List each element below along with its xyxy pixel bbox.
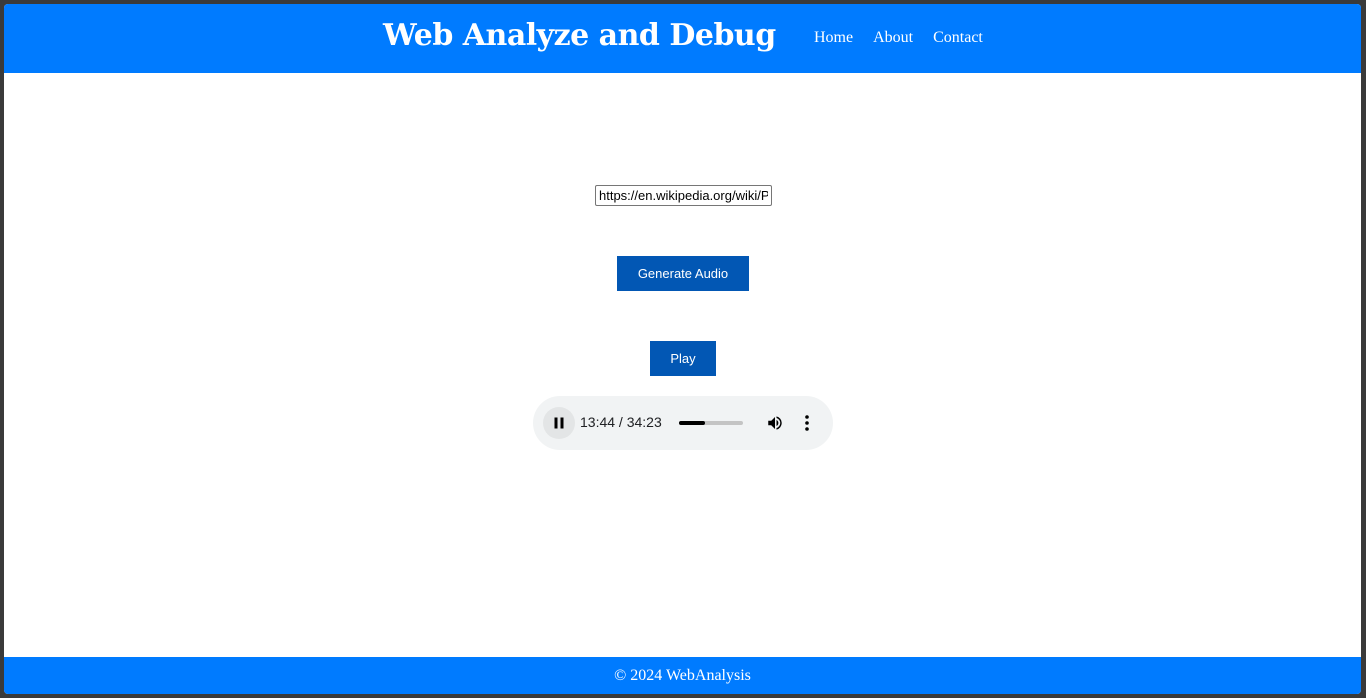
more-options-button[interactable]: [797, 412, 817, 434]
main-nav: Home About Contact: [814, 29, 983, 47]
pause-icon: [554, 417, 564, 429]
audio-progress-fill: [679, 421, 705, 425]
site-footer: © 2024 WebAnalysis: [4, 657, 1361, 694]
nav-link-about[interactable]: About: [873, 29, 913, 47]
volume-button[interactable]: [764, 412, 786, 434]
play-button[interactable]: Play: [650, 341, 716, 376]
footer-copyright: © 2024 WebAnalysis: [614, 666, 751, 684]
volume-icon: [768, 416, 782, 430]
audio-time-display: 13:44 / 34:23: [580, 414, 662, 430]
url-input[interactable]: [595, 185, 772, 206]
generate-audio-button[interactable]: Generate Audio: [617, 256, 749, 291]
pause-button[interactable]: [543, 407, 575, 439]
more-vert-icon: [805, 415, 809, 431]
audio-player: 13:44 / 34:23: [533, 396, 833, 450]
audio-progress-bar[interactable]: [679, 421, 743, 425]
nav-link-contact[interactable]: Contact: [933, 29, 983, 47]
browser-viewport: Web Analyze and Debug Home About Contact…: [4, 4, 1361, 694]
nav-link-home[interactable]: Home: [814, 29, 853, 47]
site-header: Web Analyze and Debug Home About Contact: [4, 4, 1361, 73]
site-title: Web Analyze and Debug: [383, 18, 776, 53]
